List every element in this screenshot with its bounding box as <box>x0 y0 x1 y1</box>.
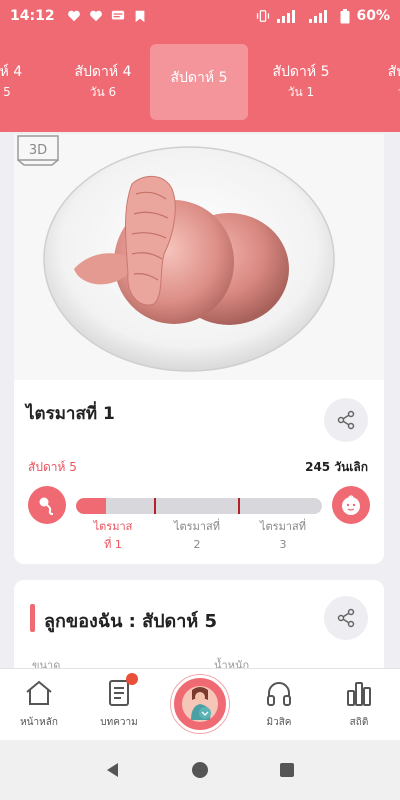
nav-music-label: มิวสิค <box>266 717 292 728</box>
current-week-label: สัปดาห์ 5 <box>28 460 77 474</box>
share-icon <box>337 608 355 628</box>
bookmark-icon <box>135 10 144 23</box>
my-baby-card: ลูกของฉัน : สัปดาห์ 5 ขนาด น้ำหนัก <box>14 580 384 670</box>
days-left-label: 245 วันเลิก <box>305 460 368 474</box>
week-tab-sub: วัน 1 <box>287 85 315 99</box>
sperm-icon <box>39 497 54 515</box>
status-time: 14:12 <box>10 8 55 24</box>
week-tab-label: าห์ 4 <box>0 64 23 80</box>
notification-icons <box>67 9 147 23</box>
week-tab[interactable]: าห์ 4 5 <box>0 44 56 120</box>
fetus-illustration <box>43 146 335 372</box>
nav-center-button[interactable] <box>171 675 229 733</box>
trimester-2-label: ไตรมาสที่ 2 <box>162 518 232 554</box>
status-bar: 14:12 60% <box>0 0 400 32</box>
week-tab-sub: 5 <box>3 85 11 99</box>
trimester-card: 3D ไตรมาสที่ 1 สัปดาห์ 5 245 วันเลิก ไตร… <box>14 134 384 564</box>
baby-face-icon <box>342 495 360 515</box>
message-icon <box>111 10 124 20</box>
trimester-label-line1: ไตรมาส <box>93 520 133 533</box>
heart-icon <box>67 10 80 22</box>
heart-icon <box>89 10 102 22</box>
home-button[interactable] <box>190 760 210 780</box>
nav-articles[interactable]: บทความ <box>84 677 154 730</box>
vibrate-icon <box>257 10 270 22</box>
nav-articles-label: บทความ <box>100 717 138 728</box>
week-tab-active[interactable]: สัปดาห์ 5 <box>150 44 248 120</box>
week-tab-label: สัปดาห์ 5 <box>272 64 330 80</box>
back-button[interactable] <box>103 760 123 780</box>
week-tab-label: สัปดาห์ 5 <box>170 70 228 86</box>
notification-dot <box>126 673 138 685</box>
week-tab-sub: วัน 6 <box>89 85 117 99</box>
trimester-progress-bar <box>76 498 322 514</box>
bar-chart-icon <box>347 682 371 706</box>
progress-tick <box>238 498 240 514</box>
3d-badge-text: 3D <box>29 143 47 158</box>
week-tab[interactable]: สัปดาห์ 5 วัน 1 <box>252 44 350 120</box>
3d-view-icon[interactable]: 3D <box>14 134 62 166</box>
home-icon <box>26 680 52 705</box>
share-button[interactable] <box>324 398 368 442</box>
trimester-label-line1: ไตรมาสที่ <box>174 520 220 533</box>
progress-fill <box>76 498 106 514</box>
trimester-label-line2: 3 <box>279 538 287 551</box>
week-tab-label: สัปดาห์ 4 <box>74 64 132 80</box>
system-nav-bar <box>0 740 400 800</box>
nav-music[interactable]: มิวสิค <box>244 677 314 730</box>
trimester-label-line2: ที่ 1 <box>104 538 122 551</box>
nav-stats-label: สถิติ <box>349 717 369 728</box>
pregnant-woman-icon <box>182 686 218 722</box>
section-accent-bar <box>30 604 35 632</box>
trimester-3-label: ไตรมาสที่ 3 <box>248 518 318 554</box>
my-baby-title: ลูกของฉัน : สัปดาห์ 5 <box>44 611 217 632</box>
baby-face-button[interactable] <box>332 486 370 524</box>
headphones-icon <box>267 682 291 706</box>
trimester-1-label: ไตรมาส ที่ 1 <box>78 518 148 554</box>
share-icon <box>337 410 355 430</box>
trimester-label-line2: 2 <box>193 538 201 551</box>
nav-home-label: หน้าหลัก <box>20 717 58 728</box>
trimester-title: ไตรมาสที่ 1 <box>26 404 115 424</box>
signal-icon <box>277 10 296 23</box>
battery-icon <box>340 8 350 23</box>
bottom-nav: หน้าหลัก บทความ มิวสิค สถิติ <box>0 668 400 740</box>
week-tab[interactable]: สัปด วั <box>352 44 400 120</box>
nav-home[interactable]: หน้าหลัก <box>4 677 74 730</box>
pregnancy-start-icon[interactable] <box>28 486 66 524</box>
home-circle-icon <box>191 762 208 778</box>
recents-square-icon <box>279 763 294 777</box>
share-button[interactable] <box>324 596 368 640</box>
week-tab[interactable]: สัปดาห์ 4 วัน 6 <box>54 44 152 120</box>
battery-percent: 60% <box>356 8 390 24</box>
signal-icon <box>309 10 328 23</box>
status-right: 60% <box>256 8 390 24</box>
fetus-3d-image: 3D <box>14 134 384 380</box>
nav-stats[interactable]: สถิติ <box>324 677 394 730</box>
progress-tick <box>154 498 156 514</box>
back-triangle-icon <box>107 763 119 777</box>
recents-button[interactable] <box>277 760 297 780</box>
trimester-label-line1: ไตรมาสที่ <box>260 520 306 533</box>
week-tabs: าห์ 4 5 สัปดาห์ 4 วัน 6 สัปดาห์ 5 สัปดาห… <box>0 32 400 132</box>
week-tab-label: สัปด <box>387 64 400 80</box>
week-tab-sub: วั <box>352 82 400 102</box>
